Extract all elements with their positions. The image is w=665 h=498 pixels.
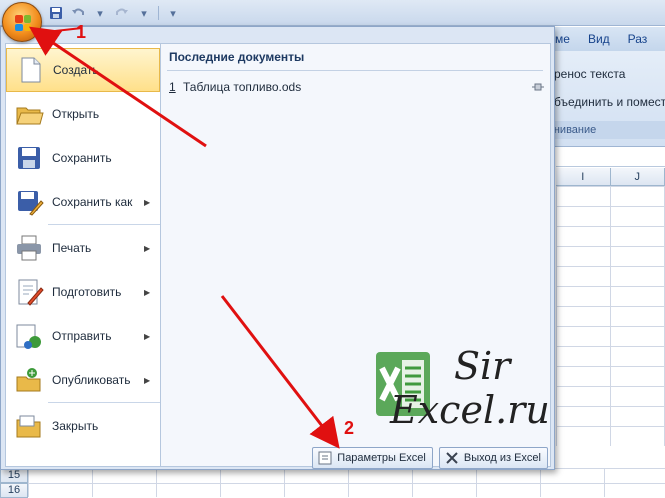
menu-item-label: Сохранить [52,151,160,165]
menu-item-new[interactable]: Создать [6,48,160,92]
recent-document-name: Таблица топливо.ods [183,80,531,94]
spreadsheet-grid[interactable] [556,186,665,446]
wrap-text-button[interactable]: ренос текста [554,67,625,81]
row-header-16[interactable]: 16 [0,483,28,498]
publish-icon [14,365,44,395]
recent-document-item[interactable]: 1 Таблица топливо.ods [169,78,545,96]
menu-item-label: Печать [52,241,144,255]
formula-bar[interactable] [556,147,665,167]
menu-item-save-as[interactable]: Сохранить как ▶ [6,180,160,224]
office-menu-footer: Параметры Excel Выход из Excel [161,445,556,471]
exit-excel-button[interactable]: Выход из Excel [439,447,548,469]
column-header-i[interactable]: I [556,168,611,185]
submenu-arrow-icon: ▶ [144,376,154,385]
office-logo-icon [15,15,31,31]
exit-excel-label: Выход из Excel [464,452,541,464]
menu-item-label: Подготовить [52,285,144,299]
menu-separator [48,224,160,225]
save-disk-icon [14,143,44,173]
alignment-group-label: внивание [540,121,665,139]
menu-item-label: Отправить [52,329,144,343]
save-icon[interactable] [48,5,64,21]
menu-separator [48,402,160,403]
ribbon-tab-partial[interactable]: ме [555,32,570,46]
open-folder-icon [14,99,44,129]
close-folder-icon [14,411,44,441]
annotation-step-2: 2 [344,418,354,439]
redo-dropdown-icon[interactable]: ▾ [136,5,152,21]
menu-item-publish[interactable]: Опубликовать ▶ [6,358,160,402]
send-icon [14,321,44,351]
menu-item-save[interactable]: Сохранить [6,136,160,180]
menu-item-prepare[interactable]: Подготовить ▶ [6,270,160,314]
prepare-icon [14,277,44,307]
ribbon-tabs: ме Вид Раз [555,27,665,51]
submenu-arrow-icon: ▶ [144,288,154,297]
close-x-icon [444,450,460,466]
quick-access-toolbar: ▾ ▾ ▾ [0,0,665,26]
merge-center-button[interactable]: бъединить и помест [554,95,665,109]
office-menu-commands: Создать Открыть Сохранить Сохранить как … [5,43,161,467]
menu-item-label: Сохранить как [52,195,144,209]
watermark-line2: Excel.ru [390,388,550,432]
menu-item-label: Создать [53,63,159,77]
watermark-line1: Sir [454,344,510,388]
menu-item-open[interactable]: Открыть [6,92,160,136]
qat-icons: ▾ ▾ ▾ [48,4,181,22]
ribbon-tab-view[interactable]: Вид [588,32,610,46]
menu-item-send[interactable]: Отправить ▶ [6,314,160,358]
submenu-arrow-icon: ▶ [144,244,154,253]
watermark: Sir Excel.ru [372,344,547,436]
menu-item-label: Закрыть [52,419,160,433]
ribbon-body: ренос текста бъединить и помест внивание [540,51,665,147]
new-document-icon [15,55,45,85]
submenu-arrow-icon: ▶ [144,198,154,207]
options-icon [317,450,333,466]
qat-separator [158,6,159,20]
column-headers: I J [556,168,665,186]
spreadsheet-grid-bottom[interactable] [0,468,665,497]
customize-qat-icon[interactable]: ▾ [165,5,181,21]
undo-icon[interactable] [70,5,86,21]
menu-item-close[interactable]: Закрыть [6,404,160,448]
menu-item-label: Опубликовать [52,373,144,387]
menu-item-print[interactable]: Печать ▶ [6,226,160,270]
ribbon-tab-developer[interactable]: Раз [628,32,648,46]
recent-documents-divider [167,70,543,71]
row-header-15[interactable]: 15 [0,468,28,483]
excel-options-button[interactable]: Параметры Excel [312,447,433,469]
recent-document-index: 1 [169,80,183,94]
submenu-arrow-icon: ▶ [144,332,154,341]
office-button[interactable] [2,2,42,42]
pin-icon[interactable] [531,82,545,92]
undo-dropdown-icon[interactable]: ▾ [92,5,108,21]
annotation-step-1: 1 [76,22,86,43]
save-as-icon [14,187,44,217]
column-header-j[interactable]: J [611,168,665,185]
excel-options-label: Параметры Excel [337,452,426,464]
printer-icon [14,233,44,263]
menu-item-label: Открыть [52,107,160,121]
recent-documents-title: Последние документы [169,50,304,64]
redo-icon[interactable] [114,5,130,21]
